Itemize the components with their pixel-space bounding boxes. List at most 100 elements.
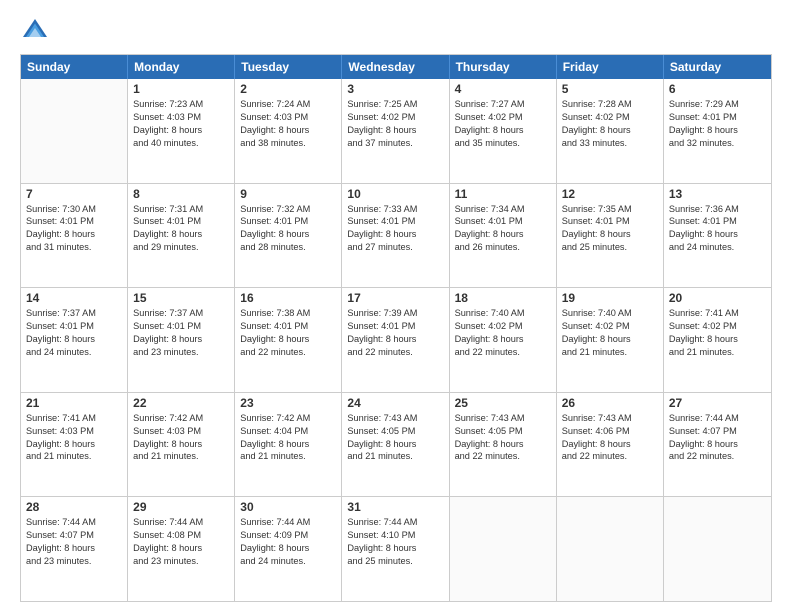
day-cell: 23 Sunrise: 7:42 AMSunset: 4:04 PMDayligh…	[235, 393, 342, 497]
day-cell: 31Sunrise: 7:44 AMSunset: 4:10 PMDayligh…	[342, 497, 449, 601]
day-info: Sunrise: 7:38 AMSunset: 4:01 PMDaylight:…	[240, 307, 336, 359]
day-cell: 28 Sunrise: 7:44 AMSunset: 4:07 PMDayligh…	[21, 497, 128, 601]
header-cell-saturday: Saturday	[664, 55, 771, 79]
day-number: 30	[240, 500, 336, 514]
header-cell-sunday: Sunday	[21, 55, 128, 79]
day-number: 20	[669, 291, 766, 305]
day-cell: 6 Sunrise: 7:29 AMSunset: 4:01 PMDaylight…	[664, 79, 771, 183]
day-number: 8	[133, 187, 229, 201]
day-cell: 7 Sunrise: 7:30 AMSunset: 4:01 PMDaylight…	[21, 184, 128, 288]
day-cell: 9Sunrise: 7:32 AMSunset: 4:01 PMDaylight…	[235, 184, 342, 288]
day-cell: 20 Sunrise: 7:41 AMSunset: 4:02 PMDayligh…	[664, 288, 771, 392]
day-number: 13	[669, 187, 766, 201]
day-number: 2	[240, 82, 336, 96]
day-info: Sunrise: 7:29 AMSunset: 4:01 PMDaylight:…	[669, 98, 766, 150]
day-info: Sunrise: 7:30 AMSunset: 4:01 PMDaylight:…	[26, 203, 122, 255]
day-info: Sunrise: 7:36 AMSunset: 4:01 PMDaylight:…	[669, 203, 766, 255]
day-info: Sunrise: 7:44 AMSunset: 4:07 PMDaylight:…	[669, 412, 766, 464]
day-info: Sunrise: 7:41 AMSunset: 4:03 PMDaylight:…	[26, 412, 122, 464]
day-info: Sunrise: 7:24 AMSunset: 4:03 PMDaylight:…	[240, 98, 336, 150]
day-cell: 14Sunrise: 7:37 AMSunset: 4:01 PMDayligh…	[21, 288, 128, 392]
day-cell: 21 Sunrise: 7:41 AMSunset: 4:03 PMDayligh…	[21, 393, 128, 497]
day-cell: 3 Sunrise: 7:25 AMSunset: 4:02 PMDaylight…	[342, 79, 449, 183]
day-number: 26	[562, 396, 658, 410]
week-row-5: 28 Sunrise: 7:44 AMSunset: 4:07 PMDayligh…	[21, 497, 771, 601]
day-info: Sunrise: 7:27 AMSunset: 4:02 PMDaylight:…	[455, 98, 551, 150]
day-info: Sunrise: 7:41 AMSunset: 4:02 PMDaylight:…	[669, 307, 766, 359]
week-row-1: 1Sunrise: 7:23 AMSunset: 4:03 PMDaylight…	[21, 79, 771, 184]
day-info: Sunrise: 7:40 AMSunset: 4:02 PMDaylight:…	[562, 307, 658, 359]
day-number: 7	[26, 187, 122, 201]
day-info: Sunrise: 7:34 AMSunset: 4:01 PMDaylight:…	[455, 203, 551, 255]
day-number: 25	[455, 396, 551, 410]
day-cell: 12 Sunrise: 7:35 AMSunset: 4:01 PMDayligh…	[557, 184, 664, 288]
day-info: Sunrise: 7:42 AMSunset: 4:04 PMDaylight:…	[240, 412, 336, 464]
day-cell: 1Sunrise: 7:23 AMSunset: 4:03 PMDaylight…	[128, 79, 235, 183]
day-number: 12	[562, 187, 658, 201]
day-number: 27	[669, 396, 766, 410]
day-number: 17	[347, 291, 443, 305]
day-info: Sunrise: 7:43 AMSunset: 4:06 PMDaylight:…	[562, 412, 658, 464]
day-info: Sunrise: 7:33 AMSunset: 4:01 PMDaylight:…	[347, 203, 443, 255]
day-info: Sunrise: 7:37 AMSunset: 4:01 PMDaylight:…	[26, 307, 122, 359]
day-cell	[450, 497, 557, 601]
day-cell: 17 Sunrise: 7:39 AMSunset: 4:01 PMDayligh…	[342, 288, 449, 392]
day-cell	[21, 79, 128, 183]
day-cell: 27 Sunrise: 7:44 AMSunset: 4:07 PMDayligh…	[664, 393, 771, 497]
week-row-3: 14Sunrise: 7:37 AMSunset: 4:01 PMDayligh…	[21, 288, 771, 393]
day-cell: 10Sunrise: 7:33 AMSunset: 4:01 PMDayligh…	[342, 184, 449, 288]
day-info: Sunrise: 7:25 AMSunset: 4:02 PMDaylight:…	[347, 98, 443, 150]
day-info: Sunrise: 7:44 AMSunset: 4:07 PMDaylight:…	[26, 516, 122, 568]
day-cell: 24 Sunrise: 7:43 AMSunset: 4:05 PMDayligh…	[342, 393, 449, 497]
day-cell: 13 Sunrise: 7:36 AMSunset: 4:01 PMDayligh…	[664, 184, 771, 288]
day-cell: 29Sunrise: 7:44 AMSunset: 4:08 PMDayligh…	[128, 497, 235, 601]
day-number: 28	[26, 500, 122, 514]
day-cell: 5Sunrise: 7:28 AMSunset: 4:02 PMDaylight…	[557, 79, 664, 183]
day-cell: 30 Sunrise: 7:44 AMSunset: 4:09 PMDayligh…	[235, 497, 342, 601]
day-number: 15	[133, 291, 229, 305]
day-number: 4	[455, 82, 551, 96]
day-cell: 11 Sunrise: 7:34 AMSunset: 4:01 PMDayligh…	[450, 184, 557, 288]
day-cell: 18 Sunrise: 7:40 AMSunset: 4:02 PMDayligh…	[450, 288, 557, 392]
calendar-header: SundayMondayTuesdayWednesdayThursdayFrid…	[21, 55, 771, 79]
day-info: Sunrise: 7:43 AMSunset: 4:05 PMDaylight:…	[347, 412, 443, 464]
header-cell-wednesday: Wednesday	[342, 55, 449, 79]
day-info: Sunrise: 7:44 AMSunset: 4:08 PMDaylight:…	[133, 516, 229, 568]
day-info: Sunrise: 7:31 AMSunset: 4:01 PMDaylight:…	[133, 203, 229, 255]
day-info: Sunrise: 7:43 AMSunset: 4:05 PMDaylight:…	[455, 412, 551, 464]
day-info: Sunrise: 7:42 AMSunset: 4:03 PMDaylight:…	[133, 412, 229, 464]
day-number: 31	[347, 500, 443, 514]
day-info: Sunrise: 7:35 AMSunset: 4:01 PMDaylight:…	[562, 203, 658, 255]
header-cell-thursday: Thursday	[450, 55, 557, 79]
week-row-2: 7 Sunrise: 7:30 AMSunset: 4:01 PMDaylight…	[21, 184, 771, 289]
day-cell: 15Sunrise: 7:37 AMSunset: 4:01 PMDayligh…	[128, 288, 235, 392]
header-cell-friday: Friday	[557, 55, 664, 79]
day-cell: 16 Sunrise: 7:38 AMSunset: 4:01 PMDayligh…	[235, 288, 342, 392]
day-number: 6	[669, 82, 766, 96]
week-row-4: 21 Sunrise: 7:41 AMSunset: 4:03 PMDayligh…	[21, 393, 771, 498]
day-number: 18	[455, 291, 551, 305]
logo	[20, 16, 54, 46]
header-cell-tuesday: Tuesday	[235, 55, 342, 79]
day-info: Sunrise: 7:39 AMSunset: 4:01 PMDaylight:…	[347, 307, 443, 359]
day-cell	[664, 497, 771, 601]
day-number: 22	[133, 396, 229, 410]
day-number: 11	[455, 187, 551, 201]
page-header	[20, 16, 772, 46]
day-number: 3	[347, 82, 443, 96]
day-info: Sunrise: 7:23 AMSunset: 4:03 PMDaylight:…	[133, 98, 229, 150]
day-info: Sunrise: 7:40 AMSunset: 4:02 PMDaylight:…	[455, 307, 551, 359]
day-number: 24	[347, 396, 443, 410]
day-cell: 19 Sunrise: 7:40 AMSunset: 4:02 PMDayligh…	[557, 288, 664, 392]
day-cell: 2 Sunrise: 7:24 AMSunset: 4:03 PMDaylight…	[235, 79, 342, 183]
day-info: Sunrise: 7:44 AMSunset: 4:09 PMDaylight:…	[240, 516, 336, 568]
day-number: 16	[240, 291, 336, 305]
day-number: 19	[562, 291, 658, 305]
day-cell: 22 Sunrise: 7:42 AMSunset: 4:03 PMDayligh…	[128, 393, 235, 497]
calendar: SundayMondayTuesdayWednesdayThursdayFrid…	[20, 54, 772, 602]
day-number: 23	[240, 396, 336, 410]
day-number: 21	[26, 396, 122, 410]
day-cell	[557, 497, 664, 601]
header-cell-monday: Monday	[128, 55, 235, 79]
day-cell: 8 Sunrise: 7:31 AMSunset: 4:01 PMDaylight…	[128, 184, 235, 288]
